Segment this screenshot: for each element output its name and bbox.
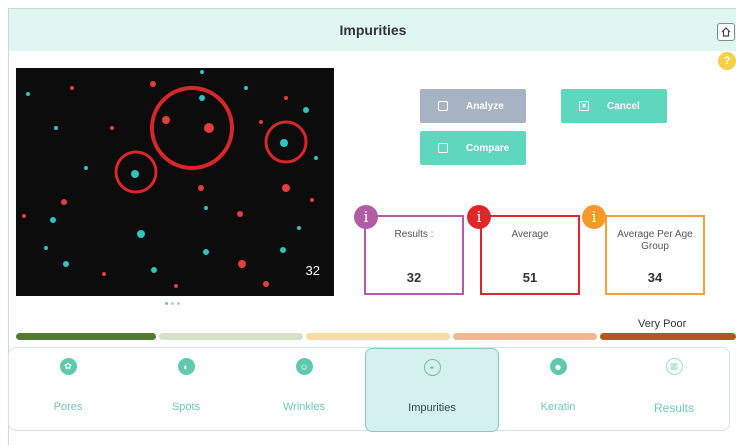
impurities-icon: ◓ [423,359,441,376]
compare-button[interactable]: Compare [420,131,526,165]
tab-spots[interactable]: ◐ Spots [127,348,245,432]
rating-scale-segment [306,333,450,340]
results-value: 32 [406,270,422,285]
tab-label: Impurities [408,402,456,414]
info-icon[interactable]: i [354,205,378,229]
page-dot[interactable] [165,302,168,305]
impurity-map [22,70,318,288]
cancel-label: Cancel [607,100,640,112]
tab-label: Wrinkles [283,401,325,413]
rating-label: Very Poor [638,318,687,330]
results-card: Results : 32 [364,215,464,295]
impurity-dots [22,70,318,288]
tab-label: Results [653,401,694,415]
page-title: Impurities [339,22,407,38]
info-icon[interactable]: i [467,205,491,229]
cancel-button[interactable]: ✕ Cancel [561,89,667,123]
tab-impurities[interactable]: ◓ Impurities [365,348,499,432]
keratin-icon: ☻ [549,358,567,375]
tab-label: Spots [171,401,201,413]
age-group-label: Average Per Age Group [617,229,693,252]
spots-icon: ◐ [177,358,195,375]
tab-pores[interactable]: ✿ Pores [9,348,127,432]
home-button[interactable] [717,23,735,41]
tab-keratin[interactable]: ☻ Keratin [499,348,617,432]
rating-scale-segment [16,333,156,340]
age-group-card: Average Per Age Group 34 [605,215,705,295]
home-icon [721,27,731,37]
average-value: 51 [522,270,538,285]
compare-icon [438,143,448,153]
detection-circles [114,86,308,194]
tab-label: Pores [53,401,83,413]
average-card: Average 51 [480,215,580,295]
pagination-dots[interactable] [165,302,180,305]
wrinkles-icon: ☺ [295,358,313,375]
question-icon: ? [723,55,731,67]
analysis-image[interactable]: 32 [16,68,334,296]
results-icon: ▦ [665,358,683,375]
results-label: Results : [394,229,434,240]
tab-results[interactable]: ▦ Results [617,348,731,432]
analyze-button[interactable]: Analyze [420,89,526,123]
page-dot[interactable] [171,302,174,305]
tab-label: Keratin [540,401,576,413]
pores-icon: ✿ [59,358,77,375]
rating-scale-segment [600,333,736,340]
bottom-nav: ✿ Pores ◐ Spots ☺ Wrinkles ◓ Impurities … [8,347,731,432]
page-dot[interactable] [177,302,180,305]
close-icon: ✕ [579,101,589,111]
info-icon[interactable]: i [582,205,606,229]
image-count-overlay: 32 [305,263,320,278]
age-group-value: 34 [647,270,663,285]
tab-wrinkles[interactable]: ☺ Wrinkles [245,348,363,432]
compare-label: Compare [466,142,510,154]
rating-scale-segment [159,333,303,340]
header-bar: Impurities [9,9,736,51]
help-button[interactable]: ? [718,52,736,70]
analyze-label: Analyze [466,100,504,112]
rating-scale-segment [453,333,597,340]
average-label: Average [511,229,549,240]
scan-icon [438,101,448,111]
